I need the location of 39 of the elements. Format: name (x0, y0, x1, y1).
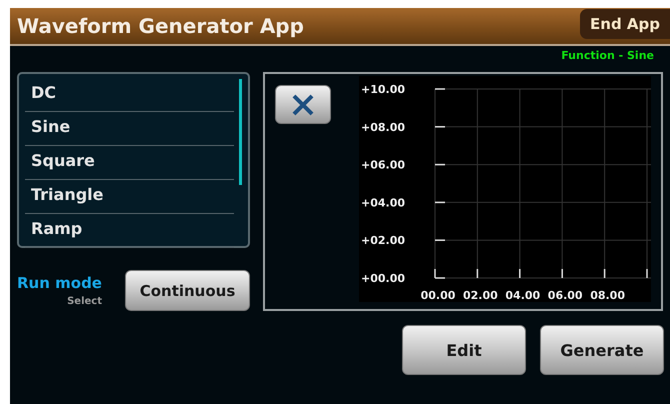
function-item[interactable]: DC (25, 78, 234, 112)
scroll-bar[interactable] (239, 79, 242, 185)
select-hint: Select (67, 296, 102, 307)
x-tick-label: 04.00 (505, 289, 540, 302)
app-title: Waveform Generator App (16, 14, 304, 38)
y-tick-label: +00.00 (361, 272, 406, 285)
function-item[interactable]: Square (25, 146, 234, 180)
x-tick-label: 00.00 (420, 289, 456, 302)
x-tick-label: 02.00 (463, 289, 498, 302)
edit-button[interactable]: Edit (402, 325, 526, 375)
y-tick-label: +02.00 (361, 234, 406, 248)
y-tick-label: +04.00 (361, 196, 406, 210)
x-tick (646, 269, 648, 278)
x-tick-label: 08.00 (590, 289, 625, 302)
y-tick-label: +10.00 (361, 83, 406, 96)
end-app-button[interactable]: End App (580, 9, 670, 39)
run-mode-button[interactable]: Continuous (125, 270, 250, 311)
x-tick (604, 269, 606, 278)
function-item[interactable]: Sine (25, 112, 234, 146)
close-icon (291, 92, 315, 116)
close-button[interactable] (275, 85, 331, 124)
y-tick (435, 126, 445, 128)
y-tick (435, 277, 445, 279)
function-item[interactable]: Triangle (25, 180, 234, 214)
function-status: Function - Sine (561, 49, 654, 64)
y-tick (435, 202, 445, 204)
x-tick (434, 269, 436, 278)
x-tick (561, 269, 563, 278)
y-tick (435, 88, 445, 90)
run-mode-label: Run mode (17, 274, 102, 292)
y-tick-label: +08.00 (361, 120, 406, 134)
y-tick (435, 239, 445, 241)
x-tick (476, 269, 478, 278)
y-tick-label: +06.00 (361, 158, 406, 172)
x-tick (519, 269, 521, 278)
generate-button[interactable]: Generate (540, 325, 664, 375)
function-item[interactable]: Ramp (25, 214, 234, 248)
y-tick (435, 164, 445, 166)
x-tick-label: 06.00 (548, 289, 583, 302)
